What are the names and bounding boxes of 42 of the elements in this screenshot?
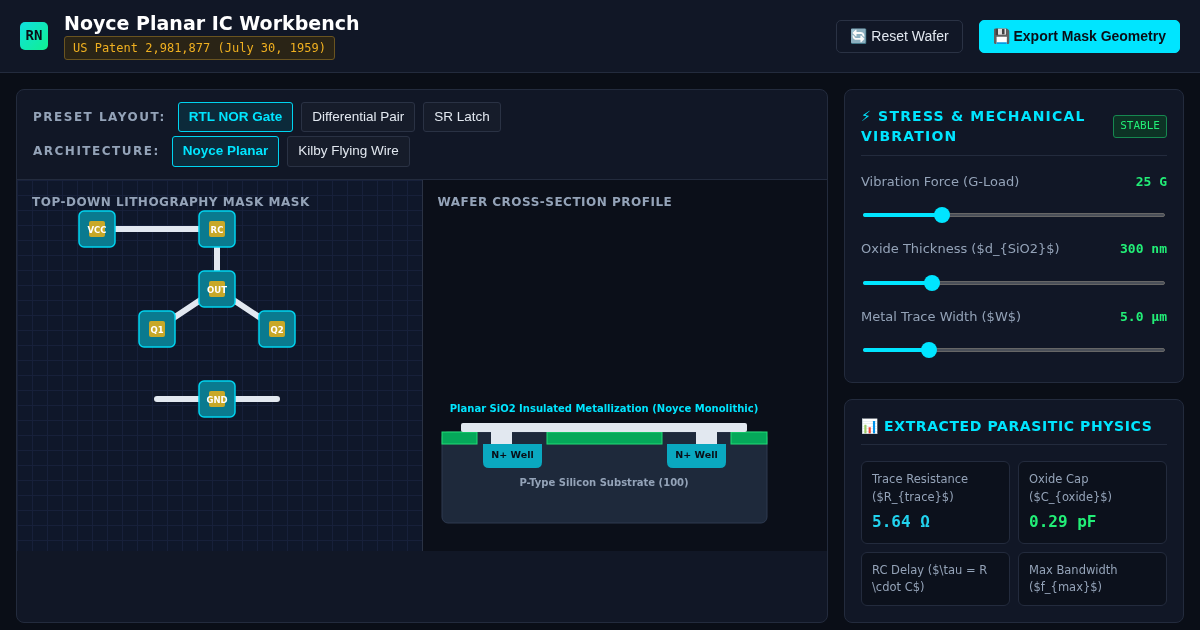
mask-node: Q1	[138, 309, 176, 348]
slider-reading: 5.0 µm	[1120, 307, 1167, 326]
slider-label: Metal Trace Width ($W$)	[861, 307, 1022, 326]
metric-label: RC Delay ($\tau = R \cdot C$)	[872, 561, 989, 597]
mask-node: Q2	[258, 309, 296, 348]
view-title: TOP-DOWN LITHOGRAPHY MASK MASK	[32, 193, 310, 211]
metric-label: Max Bandwidth ($f_{max}$)	[1029, 561, 1119, 597]
slider-reading: 25 G	[1135, 172, 1167, 191]
option-button[interactable]: Kilby Flying Wire	[287, 136, 410, 167]
patent-tag: US Patent 2,981,877 (July 30, 1959)	[64, 35, 335, 60]
option-button[interactable]: Differential Pair	[301, 102, 416, 133]
oxide-layer	[730, 431, 767, 444]
mask-node: RC	[198, 209, 236, 248]
layer-caption: Planar SiO2 Insulated Metallization (Noyce Monolithic)	[449, 402, 758, 414]
status-badge: STABLE	[1113, 115, 1167, 138]
slider[interactable]	[863, 207, 1165, 224]
slider-reading: 300 nm	[1120, 240, 1167, 259]
slider[interactable]	[863, 274, 1165, 291]
option-button[interactable]: Noyce Planar	[171, 136, 280, 167]
slider-thumb[interactable]	[933, 207, 950, 224]
control-label: PRESET LAYOUT:	[33, 109, 166, 127]
option-button[interactable]: RTL NOR Gate	[177, 102, 294, 133]
slider-thumb[interactable]	[921, 342, 938, 359]
panel-title: ⚡ STRESS & MECHANICAL VIBRATION	[861, 107, 1087, 147]
app-title: Noyce Planar IC Workbench	[64, 12, 360, 35]
oxide-layer	[441, 431, 477, 444]
option-button[interactable]: SR Latch	[423, 102, 501, 133]
reset-button[interactable]: 🔄 Reset Wafer	[836, 19, 963, 53]
slider-label: Vibration Force (G-Load)	[861, 172, 1020, 191]
substrate-label: P-Type Silicon Substrate (100)	[518, 476, 689, 488]
control-label: ARCHITECTURE:	[33, 143, 160, 161]
app-logo: RN	[20, 22, 48, 50]
slider-thumb[interactable]	[924, 274, 941, 291]
panel-title: 📊 EXTRACTED PARASITIC PHYSICS	[861, 416, 1167, 446]
view-title: WAFER CROSS-SECTION PROFILE	[437, 193, 673, 211]
metric-value: 0.29 pF	[1029, 510, 1098, 533]
metric-value: 5.64 Ω	[872, 510, 931, 533]
metric-label: Oxide Cap ($C_{oxide}$)	[1029, 471, 1114, 506]
export-button[interactable]: 💾 Export Mask Geometry	[978, 19, 1180, 53]
metric-label: Trace Resistance ($R_{trace}$)	[872, 471, 970, 506]
slider-label: Oxide Thickness ($d_{SiO2}$)	[861, 240, 1060, 259]
slider[interactable]	[863, 342, 1165, 359]
